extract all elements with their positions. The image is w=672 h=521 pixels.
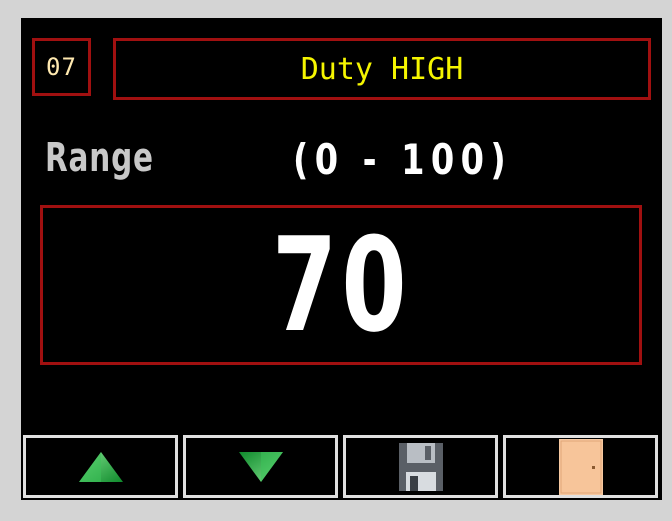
parameter-title: Duty HIGH [113,38,651,100]
floppy-disk-icon [398,442,443,491]
arrow-up-icon [78,451,123,482]
decrease-button[interactable] [183,435,338,498]
save-button[interactable] [343,435,498,498]
parameter-code-text: 07 [46,53,77,81]
value-text: 70 [271,209,411,361]
range-text: (0 - 100) [293,135,513,184]
range-label: Range [45,135,154,181]
parameter-title-text: Duty HIGH [300,51,464,87]
exit-button[interactable] [503,435,658,498]
value-display: 70 [40,205,642,365]
arrow-down-icon [238,451,283,482]
increase-button[interactable] [23,435,178,498]
door-icon [558,438,603,495]
hmi-screen: 07 Duty HIGH Range (0 - 100) 70 [21,18,662,500]
parameter-code: 07 [32,38,91,96]
